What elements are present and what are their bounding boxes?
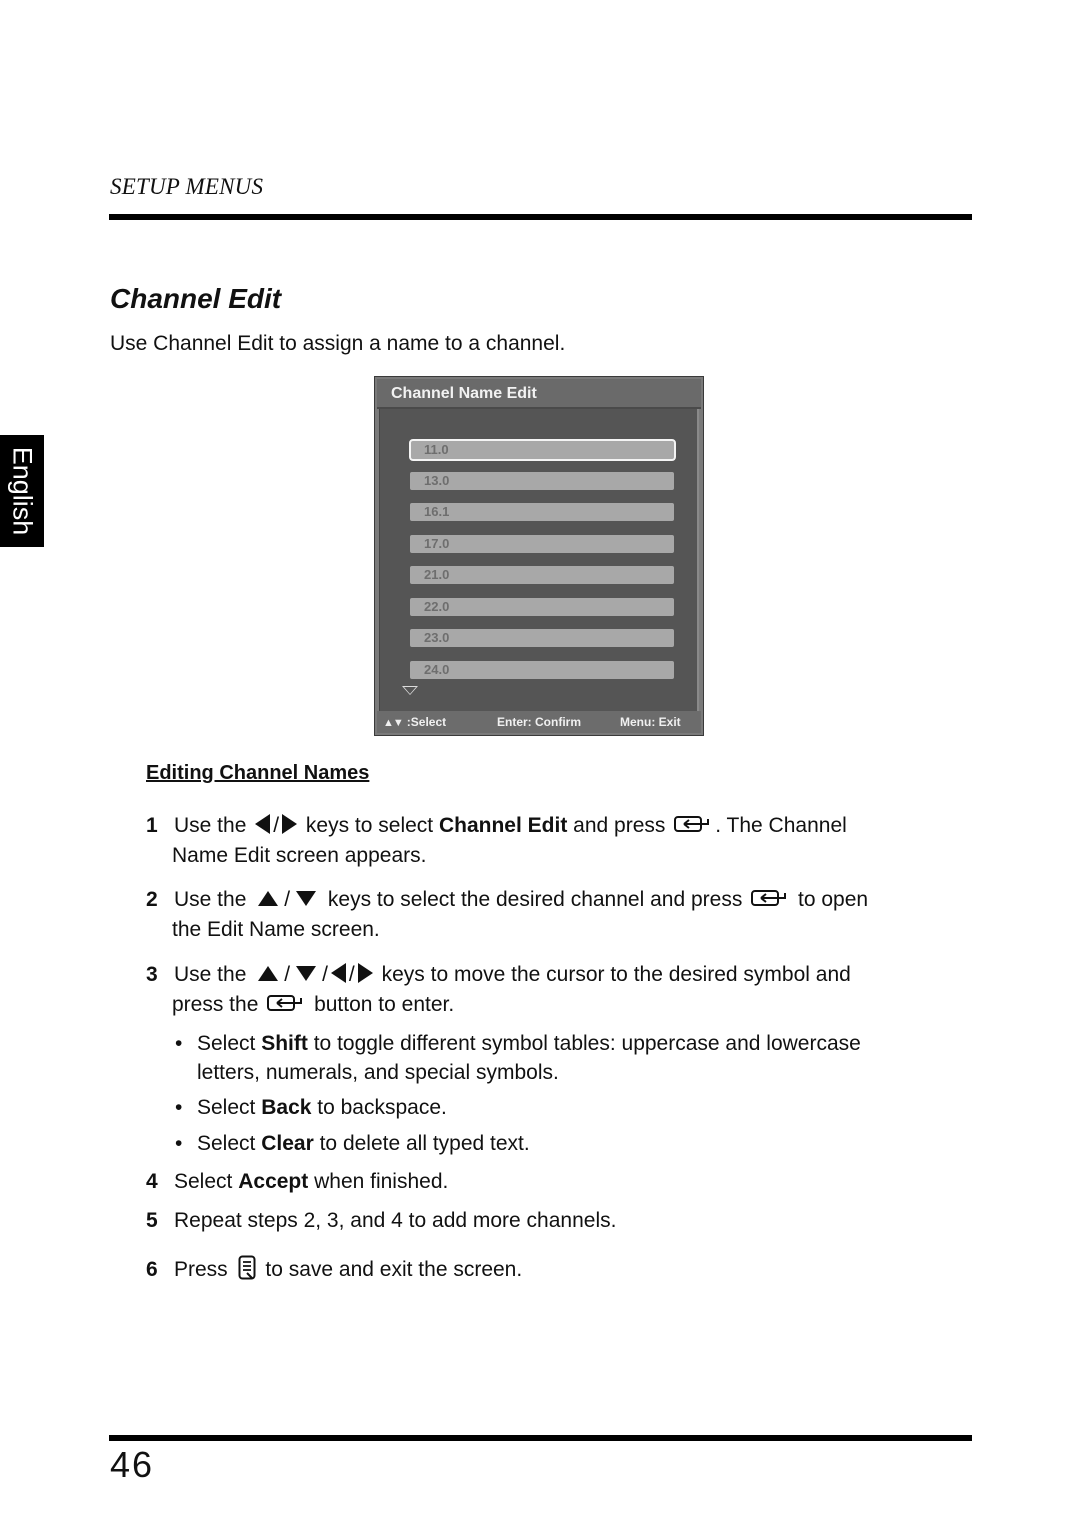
- bullet-back: • Select Back to backspace.: [175, 1096, 447, 1119]
- channel-row[interactable]: 22.0: [410, 598, 674, 616]
- page-number: 46: [110, 1444, 155, 1485]
- scroll-down-icon[interactable]: [402, 686, 418, 695]
- bold-term: Accept: [238, 1170, 309, 1193]
- step-1: 1 Use the / keys to select Channel Edit a…: [146, 811, 976, 871]
- section-subheading: Editing Channel Names: [146, 762, 370, 784]
- page-title: Channel Edit: [110, 283, 282, 314]
- channel-number: 22.0: [424, 599, 450, 614]
- channel-number: 13.0: [424, 473, 450, 488]
- channel-number: 23.0: [424, 630, 450, 645]
- channel-row[interactable]: 23.0: [410, 629, 674, 647]
- footer-rule: [109, 1435, 972, 1441]
- select-hint: ▲▼:Select: [383, 715, 447, 729]
- step-5: 5 Repeat steps 2, 3, and 4 to add more ch…: [146, 1206, 976, 1236]
- exit-hint: Menu: Exit: [620, 715, 681, 729]
- step-number: 5: [146, 1209, 158, 1232]
- channel-number: 11.0: [424, 442, 449, 457]
- down-arrow-icon: [296, 890, 317, 906]
- enter-key-icon: [674, 816, 710, 833]
- step-3: 3 Use the / / / keys to move the cursor to …: [146, 960, 976, 1020]
- osd-channel-list: 11.0 13.0 16.1 17.0 21.0 22.0 23.0 24.0: [379, 409, 699, 711]
- confirm-hint: Enter: Confirm: [497, 715, 581, 729]
- step-4: 4 Select Accept when finished.: [146, 1167, 976, 1197]
- step-number: 4: [146, 1170, 158, 1193]
- menu-key-icon: [238, 1255, 256, 1280]
- enter-key-icon: [751, 890, 787, 907]
- step-number: 1: [146, 814, 158, 837]
- channel-row[interactable]: 24.0: [410, 661, 674, 679]
- bold-term: Channel Edit: [438, 814, 568, 837]
- language-tab-label: English: [7, 446, 38, 536]
- step-number: 2: [146, 888, 158, 911]
- step-number: 3: [146, 963, 158, 986]
- up-arrow-icon: [258, 890, 279, 906]
- channel-row[interactable]: 17.0: [410, 535, 674, 553]
- osd-footer: ▲▼:Select Enter: Confirm Menu: Exit: [377, 711, 701, 733]
- channel-number: 16.1: [424, 504, 450, 519]
- enter-key-icon: [267, 995, 303, 1012]
- step-2: 2 Use the / keys to select the desired ch…: [146, 885, 976, 945]
- channel-number: 17.0: [424, 536, 450, 551]
- down-arrow-icon: [296, 965, 317, 981]
- intro-text: Use Channel Edit to assign a name to a c…: [110, 332, 566, 355]
- channel-name-edit-screen: Channel Name Edit 11.0 13.0 16.1 17.0 21…: [374, 376, 704, 736]
- osd-title: Channel Name Edit: [391, 385, 537, 402]
- osd-titlebar: Channel Name Edit: [377, 379, 701, 409]
- channel-number: 24.0: [424, 662, 450, 677]
- channel-row[interactable]: 21.0: [410, 566, 674, 584]
- bold-term: Clear: [261, 1132, 314, 1155]
- left-arrow-icon: [330, 963, 346, 984]
- bold-term: Back: [261, 1096, 312, 1119]
- channel-row[interactable]: 16.1: [410, 503, 674, 521]
- up-down-arrows-icon: ▲▼: [383, 717, 404, 729]
- bullet-shift: • Select Shift to toggle different symbol…: [175, 1032, 861, 1084]
- right-arrow-icon: [357, 963, 373, 984]
- step-6: 6 Press to save and exit the screen.: [146, 1255, 976, 1285]
- channel-row[interactable]: 11.0: [409, 439, 676, 461]
- header-rule: [109, 214, 972, 220]
- channel-number: 21.0: [424, 567, 450, 582]
- section-header: SETUP MENUS: [110, 174, 264, 199]
- left-arrow-icon: [255, 814, 271, 835]
- channel-row[interactable]: 13.0: [410, 472, 674, 490]
- right-arrow-icon: [282, 814, 298, 835]
- language-tab: English: [0, 435, 44, 547]
- bold-term: Shift: [261, 1032, 308, 1055]
- bullet-clear: • Select Clear to delete all typed text.: [175, 1132, 530, 1155]
- step-number: 6: [146, 1258, 158, 1281]
- up-arrow-icon: [258, 965, 279, 981]
